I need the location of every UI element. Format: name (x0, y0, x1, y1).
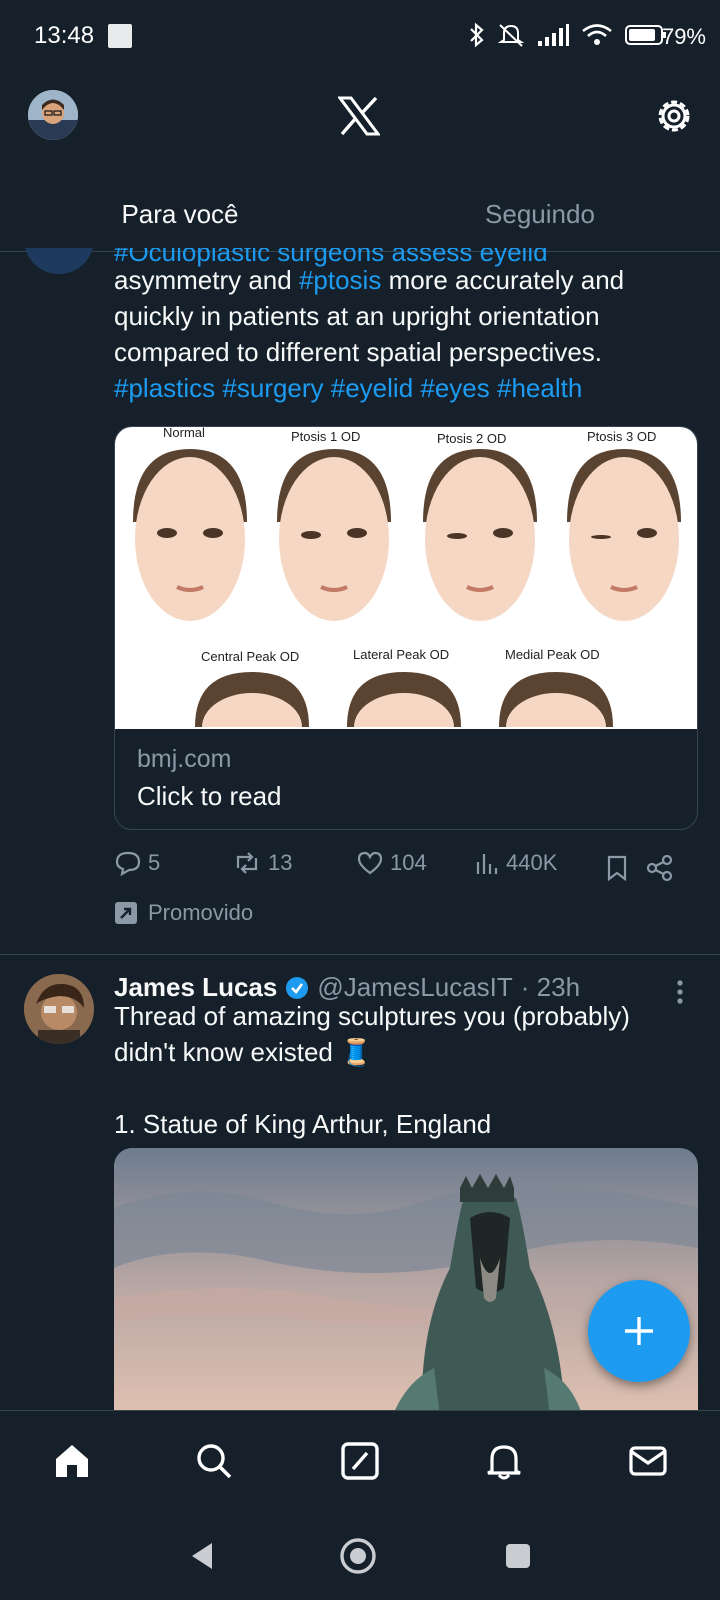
hashtags-link[interactable]: #plastics #surgery #eyelid #eyes #health (114, 370, 694, 406)
x-logo-icon[interactable] (338, 96, 380, 136)
back-icon[interactable] (188, 1540, 216, 1572)
image-label: Medial Peak OD (505, 647, 600, 662)
promoted-icon (115, 902, 137, 924)
card-image: Normal Ptosis 1 OD Ptosis 2 OD Ptosis 3 … (115, 427, 697, 729)
retweet-icon (236, 852, 258, 874)
feed[interactable]: #Oculoplastic surgeons assess eyelid asy… (0, 248, 720, 1410)
tweet-text-line: 1. Statue of King Arthur, England (114, 1109, 492, 1139)
recents-icon[interactable] (504, 1542, 532, 1570)
james-lucas-avatar[interactable] (24, 974, 94, 1044)
like-count: 104 (390, 850, 427, 875)
views-count: 440K (506, 850, 558, 875)
mute-icon (497, 24, 525, 47)
views-button[interactable]: 440K (474, 850, 557, 876)
reply-count: 5 (148, 850, 161, 875)
image-label: Lateral Peak OD (353, 647, 450, 662)
promoted-text: Promovido (148, 900, 254, 925)
tweet-actions: 5 13 104 440K (114, 850, 698, 890)
bottom-navigation (0, 1410, 720, 1514)
faces-illustration (133, 449, 681, 727)
tweet-text-line: compared to different spatial perspectiv… (114, 337, 603, 367)
hashtag-link[interactable]: #ptosis (299, 265, 381, 295)
notifications-icon[interactable] (484, 1441, 524, 1481)
image-label: Central Peak OD (201, 649, 300, 664)
profile-avatar[interactable] (28, 90, 78, 140)
text-segment: asymmetry and (114, 265, 299, 295)
tweet-text-line: didn't know existed 🧵 (114, 1037, 373, 1067)
tweet-body: Thread of amazing sculptures you (probab… (114, 998, 694, 1142)
heart-icon (357, 851, 383, 875)
retweet-count: 13 (268, 850, 293, 875)
reply-button[interactable]: 5 (114, 850, 160, 876)
status-bar: 13:48 79% (0, 0, 720, 72)
top-header (0, 72, 720, 176)
tab-following[interactable]: Seguindo (360, 176, 720, 252)
like-button[interactable]: 104 (356, 850, 427, 876)
share-icon[interactable] (646, 854, 674, 882)
gear-icon[interactable] (652, 94, 696, 138)
timeline-tabs: Para você Seguindo (0, 176, 720, 252)
tweet-divider (0, 954, 720, 955)
compose-fab-button[interactable] (588, 1280, 690, 1382)
card-domain: bmj.com (137, 745, 232, 773)
tweet-text-line: quickly in patients at an upright orient… (114, 301, 600, 331)
compose-icon[interactable] (340, 1441, 380, 1481)
battery-percent: 79% (661, 24, 706, 49)
promoted-label: Promovido (114, 900, 253, 926)
home-icon[interactable] (52, 1441, 92, 1481)
bluetooth-icon (470, 22, 484, 48)
link-card[interactable]: Normal Ptosis 1 OD Ptosis 2 OD Ptosis 3 … (114, 426, 698, 830)
views-icon (476, 854, 498, 874)
home-circle-icon[interactable] (338, 1536, 378, 1576)
tweet-text-line: Thread of amazing sculptures you (probab… (114, 1001, 630, 1031)
card-title[interactable]: Click to read (137, 781, 282, 812)
messages-icon[interactable] (628, 1441, 668, 1481)
plus-icon (625, 1317, 653, 1345)
notification-icon (108, 24, 132, 48)
reply-icon (115, 851, 141, 876)
tweet-author-avatar[interactable] (24, 248, 94, 274)
tab-for-you[interactable]: Para você (0, 176, 360, 252)
wifi-icon (582, 24, 612, 45)
tweet-text-line: asymmetry and #ptosis more accurately an… (114, 262, 694, 298)
retweet-button[interactable]: 13 (232, 850, 292, 876)
text-segment: more accurately and (381, 265, 625, 295)
system-navigation-bar (0, 1514, 720, 1600)
search-icon[interactable] (194, 1441, 234, 1481)
bookmark-icon[interactable] (606, 854, 628, 882)
status-time: 13:48 (34, 22, 95, 49)
verified-badge-icon (286, 976, 309, 999)
status-icons (468, 22, 668, 48)
signal-icon (538, 24, 569, 46)
